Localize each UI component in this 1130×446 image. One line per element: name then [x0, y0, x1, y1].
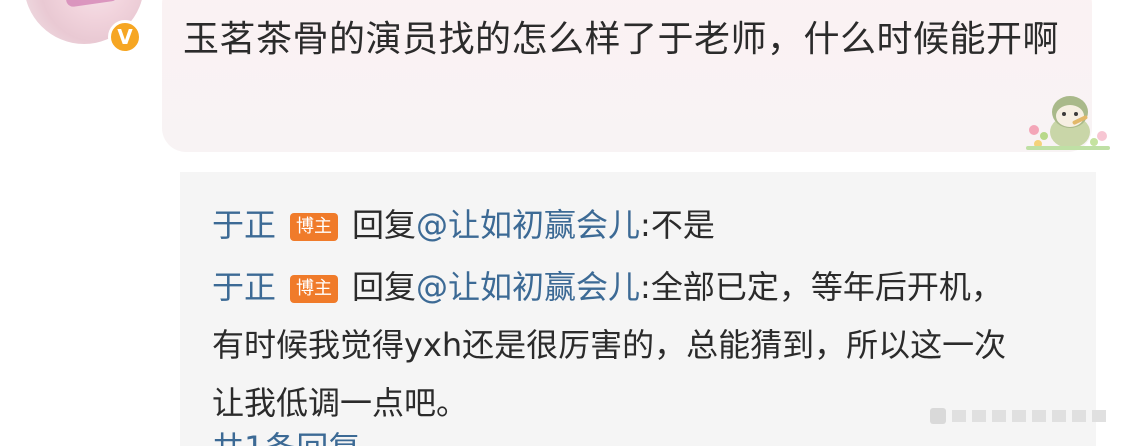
more-replies-link[interactable]: 共1条回复 — [212, 428, 360, 446]
avatar-scarf-shape — [65, 0, 119, 8]
reply-prefix: 回复 — [352, 268, 417, 306]
sticker-image — [1026, 96, 1110, 150]
reply-item[interactable]: 于正 博主 回复@让如初赢会儿:全部已定，等年后开机，有时候我觉得yxh还是很厉害的… — [212, 258, 1032, 432]
reply-item[interactable]: 于正 博主 回复@让如初赢会儿:不是 — [212, 196, 1032, 254]
reply-mention-link[interactable]: @让如初赢会儿 — [416, 268, 640, 306]
reply-prefix: 回复 — [352, 206, 417, 244]
reply-username[interactable]: 于正 — [212, 206, 276, 244]
watermark-image — [930, 408, 1106, 424]
reply-username[interactable]: 于正 — [212, 268, 276, 306]
host-badge: 博主 — [290, 213, 339, 241]
comment-screen: V 玉茗茶骨的演员找的怎么样了于老师，什么时候能开啊 于正 博主 回复@让如初赢会儿… — [0, 0, 1130, 446]
host-badge: 博主 — [290, 275, 339, 303]
reply-mention-link[interactable]: @让如初赢会儿 — [416, 206, 640, 244]
reply-text: :不是 — [640, 206, 715, 244]
comment-text: 玉茗茶骨的演员找的怎么样了于老师，什么时候能开啊 — [183, 19, 1060, 60]
verified-icon: V — [108, 20, 142, 54]
